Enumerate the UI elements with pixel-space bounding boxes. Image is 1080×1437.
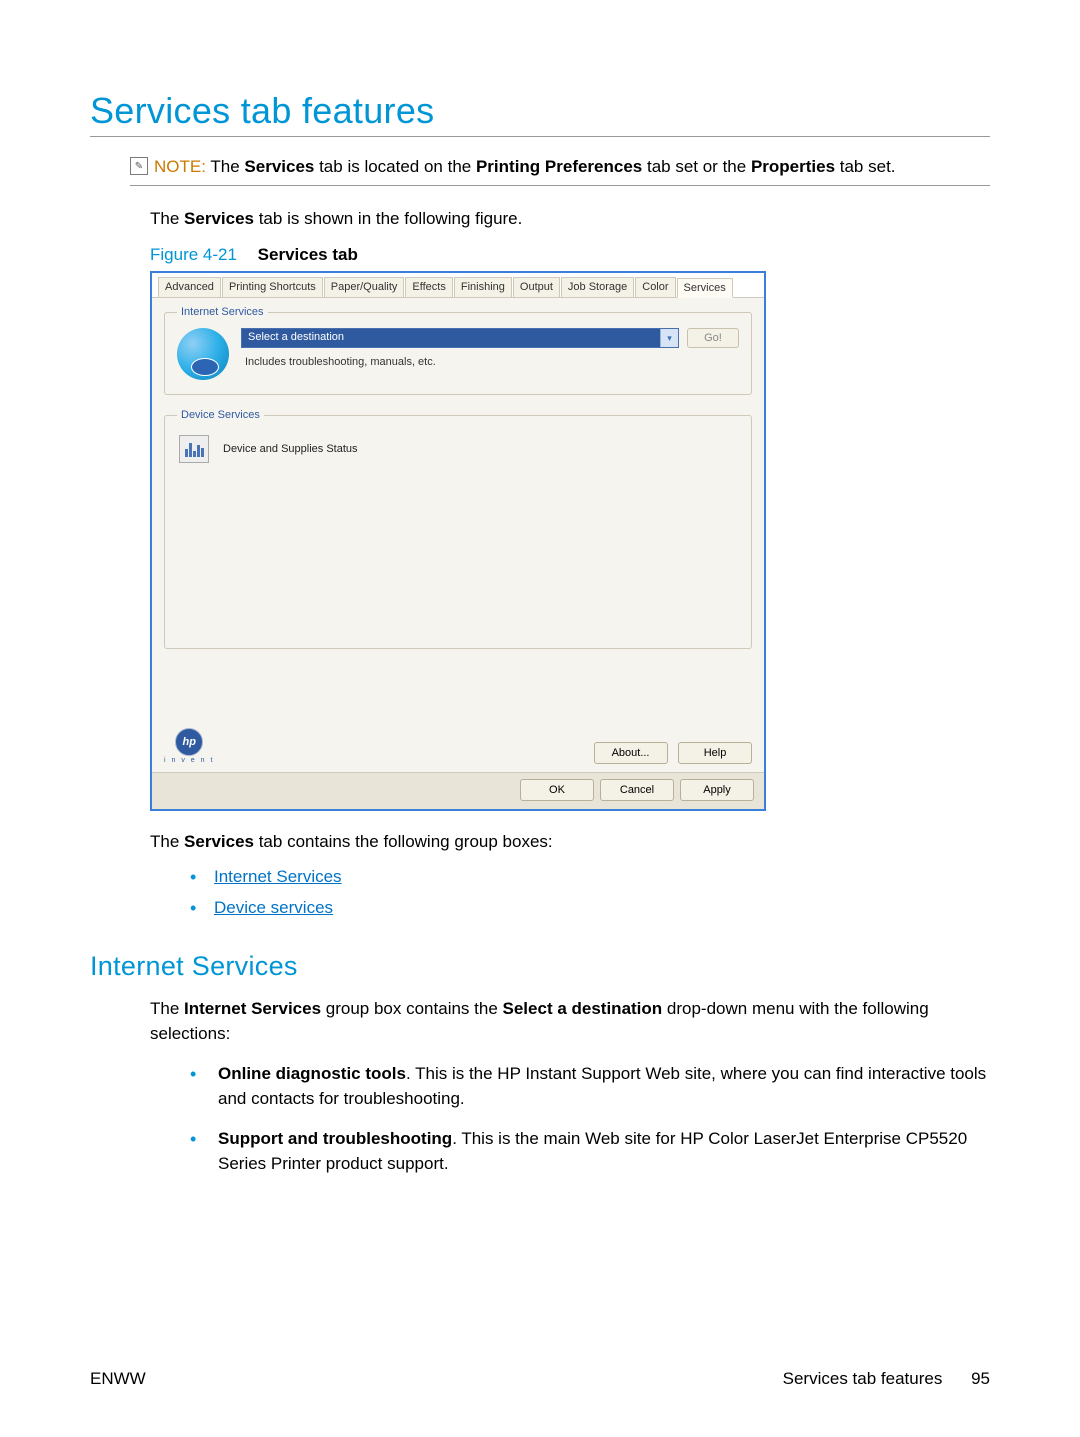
hp-logo-icon: hp <box>175 728 203 756</box>
device-services-legend: Device Services <box>177 409 264 421</box>
tab-advanced[interactable]: Advanced <box>158 277 221 297</box>
device-services-link[interactable]: Device services <box>214 898 333 917</box>
note-text: NOTE: The Services tab is located on the… <box>154 155 896 179</box>
cancel-button[interactable]: Cancel <box>600 779 674 801</box>
footer-right: Services tab features 95 <box>783 1369 990 1389</box>
note-prefix: NOTE: <box>154 157 206 176</box>
includes-text: Includes troubleshooting, manuals, etc. <box>245 356 739 368</box>
hp-logo: hp i n v e n t <box>164 728 214 764</box>
apply-button[interactable]: Apply <box>680 779 754 801</box>
invent-text: i n v e n t <box>164 757 214 764</box>
device-services-group: Device Services Device and Supplies Stat… <box>164 409 752 649</box>
tab-strip: Advanced Printing Shortcuts Paper/Qualit… <box>152 273 764 298</box>
chevron-down-icon[interactable]: ▾ <box>660 329 678 347</box>
internet-services-legend: Internet Services <box>177 306 268 318</box>
tab-content: Internet Services Select a destination ▾… <box>152 298 764 728</box>
after-figure-text: The Services tab contains the following … <box>150 829 990 855</box>
tab-job-storage[interactable]: Job Storage <box>561 277 634 297</box>
dialog-figure: Advanced Printing Shortcuts Paper/Qualit… <box>150 271 766 811</box>
footer-left: ENWW <box>90 1369 146 1389</box>
destination-text: Select a destination <box>242 329 660 347</box>
device-status-label: Device and Supplies Status <box>223 443 358 455</box>
internet-services-group: Internet Services Select a destination ▾… <box>164 306 752 395</box>
about-button[interactable]: About... <box>594 742 668 764</box>
tab-paper-quality[interactable]: Paper/Quality <box>324 277 405 297</box>
intro-text: The Services tab is shown in the followi… <box>150 206 990 232</box>
list-item: Online diagnostic tools. This is the HP … <box>190 1061 990 1112</box>
tab-finishing[interactable]: Finishing <box>454 277 512 297</box>
help-button[interactable]: Help <box>678 742 752 764</box>
note-block: ✎ NOTE: The Services tab is located on t… <box>130 155 990 186</box>
internet-services-paragraph: The Internet Services group box contains… <box>150 996 990 1047</box>
tab-output[interactable]: Output <box>513 277 560 297</box>
dialog-footer: hp i n v e n t About... Help <box>152 728 764 772</box>
list-item: Device services <box>190 898 990 919</box>
tab-effects[interactable]: Effects <box>405 277 452 297</box>
link-list: Internet Services Device services <box>190 867 990 919</box>
caption-number: Figure 4-21 <box>150 245 237 264</box>
section-heading-internet-services: Internet Services <box>90 951 990 982</box>
go-button[interactable]: Go! <box>687 328 739 348</box>
globe-icon <box>177 328 229 380</box>
list-item: Support and troubleshooting. This is the… <box>190 1126 990 1177</box>
ok-button[interactable]: OK <box>520 779 594 801</box>
page-title: Services tab features <box>90 90 990 137</box>
internet-services-link[interactable]: Internet Services <box>214 867 342 886</box>
device-status-row[interactable]: Device and Supplies Status <box>177 431 739 467</box>
list-item: Internet Services <box>190 867 990 888</box>
tab-printing-shortcuts[interactable]: Printing Shortcuts <box>222 277 323 297</box>
dialog-buttons: OK Cancel Apply <box>152 772 764 809</box>
caption-text: Services tab <box>258 245 358 264</box>
page-number: 95 <box>971 1369 990 1388</box>
page-footer: ENWW Services tab features 95 <box>90 1369 990 1389</box>
figure-caption: Figure 4-21 Services tab <box>150 245 990 265</box>
tab-color[interactable]: Color <box>635 277 675 297</box>
selections-list: Online diagnostic tools. This is the HP … <box>190 1061 990 1177</box>
note-icon: ✎ <box>130 157 148 175</box>
device-status-icon <box>179 435 209 463</box>
destination-select[interactable]: Select a destination ▾ <box>241 328 679 348</box>
tab-services[interactable]: Services <box>677 278 733 298</box>
